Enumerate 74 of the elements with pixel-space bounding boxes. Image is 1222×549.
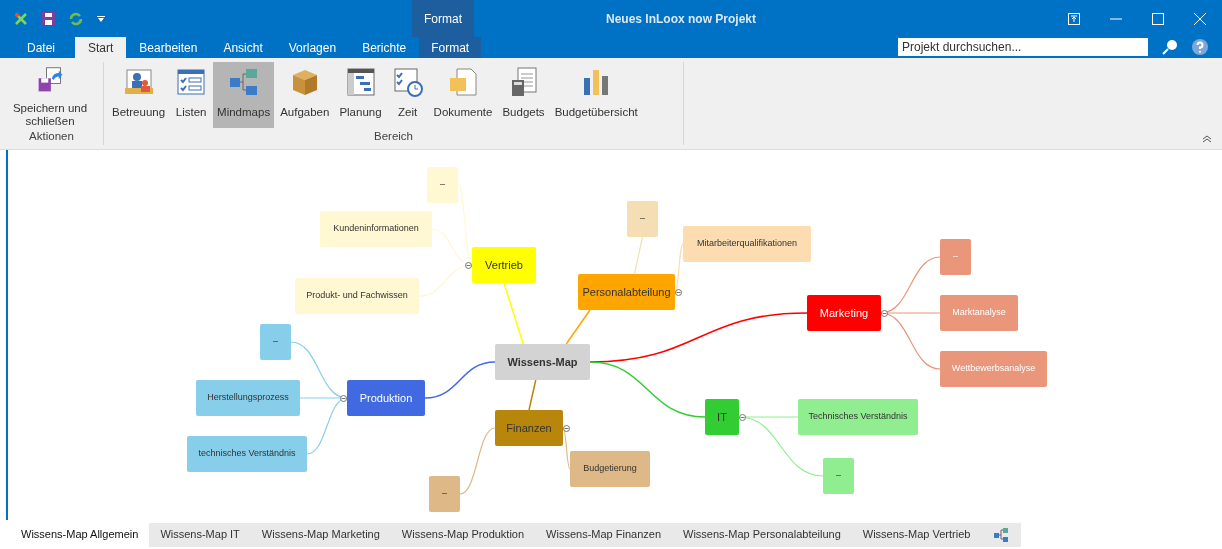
save-icon[interactable] [42,12,55,25]
view-tab[interactable]: Wissens-Map Personalabteilung [672,522,852,547]
mindmap-node[interactable]: – [427,167,458,203]
search-icon[interactable] [1162,39,1178,55]
window-title: Neues InLoox now Projekt [605,10,757,28]
mindmap-node[interactable]: IT [705,399,739,435]
view-tab[interactable]: Wissens-Map IT [149,522,251,547]
ribbon-button[interactable]: Betreuung [108,62,170,128]
tools-icon[interactable] [14,11,28,26]
view-tab[interactable]: Wissens-Map Marketing [250,522,391,547]
gantt-icon [344,66,377,98]
ribbon-tab[interactable]: Ansicht [210,37,276,58]
ribbon-button[interactable]: Speichern und schließen [4,62,96,128]
ribbon-tab[interactable]: Vorlagen [275,37,350,58]
view-tab[interactable]: Wissens-Map Finanzen [535,522,673,547]
group-label: Bereich [374,129,413,144]
close-icon[interactable] [1194,12,1206,25]
ribbon-button[interactable]: Planung [335,62,386,128]
mindmap-tab-icon[interactable] [993,526,1010,543]
mindmap-node[interactable]: Kundeninformationen [320,211,432,247]
search-field[interactable]: Projekt durchsuchen... [898,38,1148,56]
connector-line [459,427,496,495]
mindmap-node[interactable]: – [429,476,460,512]
connector-line [424,361,496,399]
collapse-icon[interactable] [465,261,472,269]
mindmap-node[interactable]: Personalabteilung [578,274,675,310]
mindmap-node[interactable]: – [823,458,854,494]
ribbon-tab[interactable]: Start [75,37,127,58]
mindmap-node[interactable]: Produkt- und Fachwissen [295,278,419,314]
mindmap-node[interactable]: – [627,201,658,237]
ribbon-button[interactable]: Listen [171,62,212,128]
connector-line [633,236,644,275]
mindmap-node[interactable]: technisches Verständnis [187,436,307,472]
collapse-icon[interactable] [340,394,347,402]
collapse-icon[interactable] [563,424,570,432]
mindmap-node[interactable]: Vertrieb [472,247,536,283]
ribbon-button[interactable]: Budgetübersicht [550,62,642,128]
context-tab-header: Format [412,0,474,37]
view-tab[interactable]: Wissens-Map Allgemein [10,522,150,547]
ribbon-button[interactable]: Zeit [387,62,428,128]
ribbon-tab[interactable]: Format [419,37,482,58]
collapse-ribbon-icon[interactable] [1202,135,1212,143]
ribbon-tab[interactable]: Bearbeiten [126,37,211,58]
ribbon-button[interactable]: Mindmaps [213,62,275,128]
ribbon-button[interactable]: Budgets [498,62,549,128]
group-label: Aktionen [29,129,74,144]
collapse-icon[interactable] [739,413,746,421]
connector-line [503,282,524,345]
mindmap-node[interactable]: Budgetierung [570,451,650,487]
view-tab[interactable]: Wissens-Map Vertrieb [851,522,982,547]
ribbon-display-icon[interactable] [1068,12,1080,25]
checklist-icon [175,66,208,98]
collapse-icon[interactable] [675,288,682,296]
mindmap-node[interactable]: Wissens-Map [495,344,590,380]
document-folder-icon [447,66,479,98]
mindmap-node[interactable]: Finanzen [495,410,563,446]
ribbon-button[interactable]: Dokumente [429,62,497,128]
mindmap-node[interactable]: – [260,324,291,360]
mindmap-node[interactable]: Mitarbeiterqualifikationen [683,226,811,262]
mindmap-node[interactable]: Technisches Verständnis [798,399,918,435]
ribbon-button[interactable]: Aufgaben [276,62,334,128]
ribbon-tab[interactable]: Datei [14,37,75,58]
dropdown-caret-icon[interactable] [97,15,105,22]
ribbon-tab[interactable]: Berichte [349,37,420,58]
view-tab[interactable]: Wissens-Map Produktion [390,522,536,547]
connector-line [528,379,537,411]
collapse-icon[interactable] [881,309,888,317]
mindmap-node[interactable]: Produktion [347,380,425,416]
mindmap-icon [227,66,260,98]
mindmap-node[interactable]: Herstellungsprozess [196,380,300,416]
checklist-clock-icon [391,66,424,98]
mindmap-node[interactable]: Marketing [807,295,881,331]
help-icon[interactable] [1192,39,1208,55]
maximize-icon[interactable] [1152,12,1164,25]
